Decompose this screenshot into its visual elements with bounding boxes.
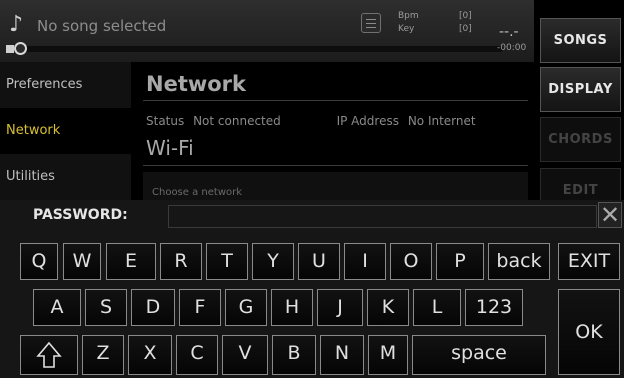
- key-label: Key: [398, 24, 415, 34]
- key-c[interactable]: C: [176, 335, 218, 375]
- sidebar-item-utilities[interactable]: Utilities: [0, 154, 131, 200]
- key-b[interactable]: B: [272, 335, 316, 375]
- key-x[interactable]: X: [128, 335, 172, 375]
- ip-value: No Internet: [407, 114, 476, 128]
- songs-button[interactable]: SONGS: [540, 18, 621, 63]
- player-bar: ♪ No song selected Bpm Key [0] [0] --.- …: [0, 0, 534, 62]
- bpm-value: [0]: [459, 11, 472, 21]
- password-input[interactable]: [168, 205, 597, 228]
- display-button[interactable]: DISPLAY: [540, 67, 621, 112]
- backspace-key[interactable]: back: [488, 243, 550, 280]
- key-k[interactable]: K: [367, 289, 409, 326]
- key-y[interactable]: Y: [252, 243, 294, 280]
- bpm-label: Bpm: [398, 11, 419, 21]
- key-o[interactable]: O: [390, 243, 432, 280]
- password-label: PASSWORD:: [33, 207, 128, 223]
- key-r[interactable]: R: [160, 243, 202, 280]
- space-key[interactable]: space: [412, 335, 546, 375]
- shift-arrow-icon: [36, 341, 62, 368]
- progress-knob[interactable]: [14, 42, 27, 55]
- key-value: [0]: [459, 24, 472, 34]
- close-icon[interactable]: ✕: [598, 202, 622, 228]
- time-remaining: -00:00: [497, 43, 527, 53]
- time-display: --.-: [499, 24, 519, 40]
- key-s[interactable]: S: [85, 289, 127, 326]
- sidebar-item-preferences[interactable]: Preferences: [0, 62, 131, 108]
- numbers-key[interactable]: 123: [465, 289, 523, 326]
- key-z[interactable]: Z: [82, 335, 124, 375]
- status-label: Status: [146, 114, 185, 128]
- ok-key[interactable]: OK: [558, 289, 620, 375]
- music-note-icon: ♪: [9, 12, 24, 37]
- stop-icon[interactable]: [6, 45, 14, 53]
- list-icon[interactable]: [361, 13, 381, 33]
- status-value: Not connected: [193, 114, 281, 128]
- song-title: No song selected: [37, 17, 167, 35]
- key-n[interactable]: N: [320, 335, 364, 375]
- key-g[interactable]: G: [225, 289, 267, 326]
- key-i[interactable]: I: [344, 243, 386, 280]
- key-t[interactable]: T: [206, 243, 248, 280]
- key-q[interactable]: Q: [20, 243, 58, 280]
- key-h[interactable]: H: [271, 289, 313, 326]
- network-hint: Choose a network: [152, 187, 243, 198]
- page-title: Network: [146, 72, 247, 96]
- key-u[interactable]: U: [298, 243, 340, 280]
- key-e[interactable]: E: [106, 243, 156, 280]
- ip-label: IP Address: [336, 114, 399, 128]
- wifi-heading: Wi-Fi: [146, 136, 194, 160]
- sidebar-item-network[interactable]: Network: [0, 108, 131, 154]
- key-l[interactable]: L: [413, 289, 461, 326]
- key-f[interactable]: F: [179, 289, 221, 326]
- chords-button[interactable]: CHORDS: [540, 117, 621, 162]
- progress-track[interactable]: [20, 46, 503, 52]
- key-p[interactable]: P: [436, 243, 484, 280]
- key-a[interactable]: A: [33, 289, 81, 326]
- key-v[interactable]: V: [222, 335, 268, 375]
- divider: [143, 100, 528, 101]
- divider: [143, 165, 528, 166]
- key-w[interactable]: W: [63, 243, 101, 280]
- key-d[interactable]: D: [131, 289, 175, 326]
- key-m[interactable]: M: [368, 335, 408, 375]
- shift-key[interactable]: [20, 335, 78, 375]
- status-row: Status Not connected IP Address No Inter…: [146, 114, 481, 128]
- exit-key[interactable]: EXIT: [558, 243, 620, 280]
- key-j[interactable]: J: [317, 289, 363, 326]
